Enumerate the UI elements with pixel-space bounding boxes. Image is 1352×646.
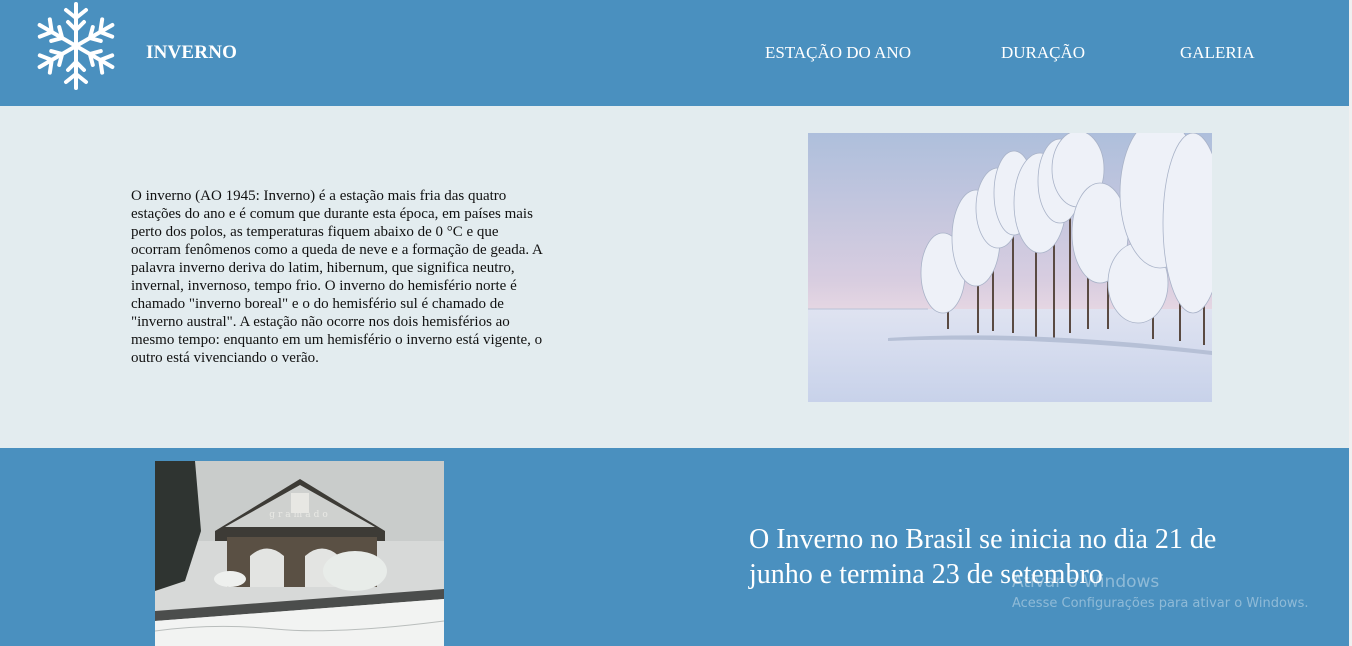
snowy-forest-image	[808, 133, 1212, 402]
intro-section: O inverno (AO 1945: Inverno) é a estação…	[0, 106, 1349, 448]
intro-paragraph: O inverno (AO 1945: Inverno) é a estação…	[131, 188, 543, 366]
nav-duracao[interactable]: DURAÇÃO	[1001, 43, 1085, 63]
brazil-winter-heading: O Inverno no Brasil se inicia no dia 21 …	[749, 524, 1217, 590]
site-header: INVERNO ESTAÇÃO DO ANO DURAÇÃO GALERIA	[0, 0, 1349, 106]
page: INVERNO ESTAÇÃO DO ANO DURAÇÃO GALERIA O…	[0, 0, 1352, 646]
brazil-section: gramado O Inverno no Brasil se inicia no…	[0, 448, 1349, 646]
snowflake-icon[interactable]	[30, 0, 122, 92]
gramado-sign-text: gramado	[269, 510, 331, 520]
nav-estacao-do-ano[interactable]: ESTAÇÃO DO ANO	[765, 43, 911, 63]
gramado-portal-image: gramado	[155, 461, 444, 646]
nav-galeria[interactable]: GALERIA	[1180, 43, 1255, 63]
brand-title[interactable]: INVERNO	[146, 42, 237, 64]
